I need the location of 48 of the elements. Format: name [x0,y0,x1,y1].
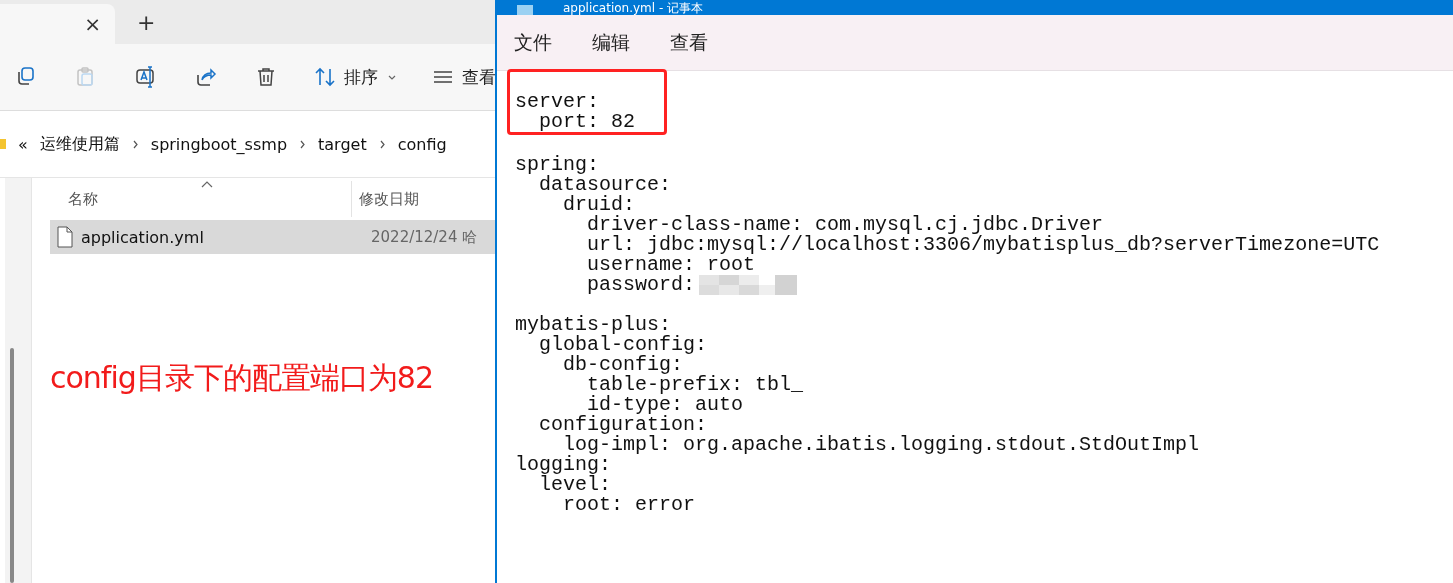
code-line: db-config: [563,355,684,375]
caret-icon[interactable] [388,73,396,81]
view-button[interactable]: 查看 [432,65,495,89]
code-line: username: root [586,255,756,275]
chevron-icon[interactable] [131,139,139,149]
file-name: application.yml [81,227,205,247]
annotation-text: config目录下的配置端口为82 [50,359,434,397]
code-line: logging: [515,455,611,475]
code-line: druid: [562,195,636,215]
code-line: url: jdbc:mysql://localhost:3306/mybatisplus_db?serverTimezone=UTC [586,235,1380,255]
code-line: spring: [515,155,599,175]
menu-item[interactable]: 编辑 [592,29,630,56]
overflow-button[interactable]: « [18,134,28,154]
file-row[interactable]: application.yml 2022/12/24 哈 [50,220,495,254]
chevron-icon[interactable] [299,139,307,149]
sort-button[interactable]: 排序 [314,65,396,89]
code-line: log-impl: org.apache.ibatis.logging.stdout.StdOutImpl [563,435,1200,455]
notepad-icon [517,5,533,15]
breadcrumb-item[interactable]: 运维使用篇 [39,133,120,155]
breadcrumb-item[interactable]: config [397,134,447,154]
menu-item[interactable]: 文件 [514,29,552,56]
code-line: configuration: [538,415,708,435]
code-line: server: [515,92,599,112]
code-line: id-type: auto [587,395,744,415]
column-header[interactable]: 修改日期 [352,189,419,209]
sort-icon[interactable] [314,65,336,89]
share-icon[interactable] [194,65,218,89]
code-line: driver-class-name: com.mysql.cj.jdbc.Driver [586,215,1104,235]
code-line: port: 82 [538,112,636,132]
breadcrumb-item[interactable]: target [318,134,367,154]
breadcrumb-item[interactable]: springboot_ssmp [150,134,288,154]
modified-date: 2022/12/24 哈 [371,227,478,247]
close-tab-button[interactable]: × [84,14,101,34]
code-line: root: error [562,495,696,515]
scrollbar[interactable] [10,348,14,583]
code-line: level: [539,475,611,495]
sort-caret-icon [200,181,213,188]
chevron-icon[interactable] [378,139,386,149]
code-line: datasource: [539,175,672,195]
code-line: mybatis-plus: [515,315,672,335]
menu-item[interactable]: 查看 [670,29,708,56]
new-tab-button[interactable]: + [137,11,156,35]
code-line: password: [586,275,696,295]
code-line: global-config: [539,335,708,355]
code-line: table-prefix: tbl_ [587,375,804,395]
column-header[interactable]: 名称 [50,181,352,217]
file-icon [57,226,73,248]
window-title: application.yml - 记事本 [563,2,704,15]
